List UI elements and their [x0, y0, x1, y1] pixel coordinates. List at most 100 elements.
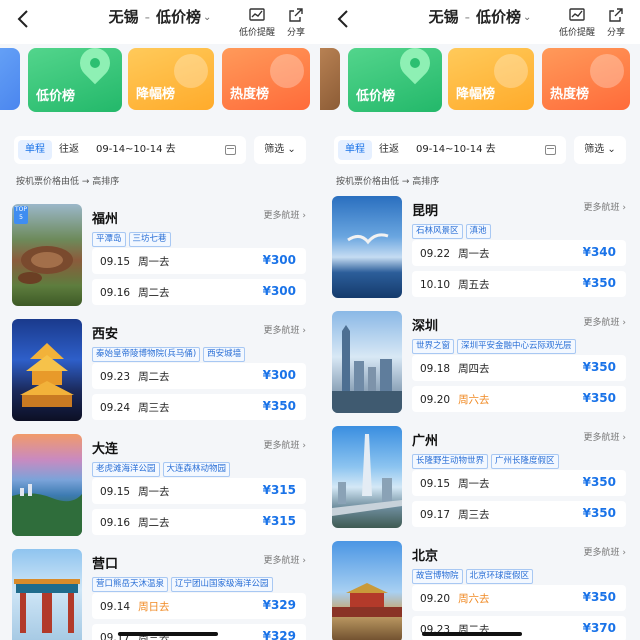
more-flights-link[interactable]: 更多航班 ›: [584, 430, 627, 443]
attraction-tag[interactable]: 世界之窗: [412, 339, 454, 354]
flight-row[interactable]: 09.15周一去 ¥300: [92, 248, 306, 274]
price-alert-button[interactable]: 低价提醒: [232, 6, 282, 38]
tag-list: 营口熊岳天沐温泉辽宁团山国家级海洋公园: [92, 571, 276, 592]
attraction-tag[interactable]: 故宫博物院: [412, 569, 463, 584]
round-trip-tab[interactable]: 往返: [374, 140, 404, 160]
flight-row[interactable]: 09.23周二去 ¥370: [412, 616, 626, 640]
more-flights-link[interactable]: 更多航班 ›: [584, 545, 627, 558]
share-button[interactable]: 分享: [276, 6, 316, 38]
flight-price: ¥315: [263, 514, 296, 528]
seagull-illustration: [332, 196, 402, 298]
flight-weekday: 周六去: [458, 593, 490, 605]
coastline-illustration: [12, 434, 82, 536]
city-photo: [12, 549, 82, 640]
share-icon: [287, 6, 305, 24]
attraction-tag[interactable]: 老虎滩海洋公园: [92, 462, 160, 477]
flight-row[interactable]: 09.23周二去 ¥300: [92, 363, 306, 389]
filter-button[interactable]: 筛选 ⌄: [574, 136, 626, 164]
attraction-tag[interactable]: 广州长隆度假区: [491, 454, 559, 469]
list-title: 低价榜: [476, 8, 521, 26]
calendar-icon[interactable]: [545, 145, 556, 155]
flight-price: ¥340: [583, 245, 616, 259]
category-hot[interactable]: 热度榜: [542, 48, 630, 110]
chevron-right-icon: ›: [302, 211, 306, 221]
price-alert-icon: [568, 6, 586, 24]
attraction-tag[interactable]: 西安城墙: [203, 347, 245, 362]
tag-list: 老虎滩海洋公园大连森林动物园: [92, 456, 233, 477]
attraction-tag[interactable]: 平潭岛: [92, 232, 126, 247]
flight-row[interactable]: 09.15周一去 ¥350: [412, 470, 626, 496]
one-way-tab[interactable]: 单程: [18, 140, 52, 160]
skyline-illustration: [332, 311, 402, 413]
attraction-tag[interactable]: 深圳平安金融中心云际观光层: [457, 339, 576, 354]
attraction-tag[interactable]: 北京环球度假区: [466, 569, 534, 584]
attraction-tag[interactable]: 石林风景区: [412, 224, 463, 239]
origin-city: 无锡: [109, 8, 139, 26]
date-range[interactable]: 09-14~10-14 去: [96, 140, 176, 160]
attraction-tag[interactable]: 长隆野生动物世界: [412, 454, 488, 469]
category-drop[interactable]: 降幅榜: [448, 48, 534, 110]
filter-button[interactable]: 筛选 ⌄: [254, 136, 306, 164]
trip-selector: 单程 往返 09-14~10-14 去: [334, 136, 566, 164]
flight-row[interactable]: 09.15周一去 ¥315: [92, 478, 306, 504]
flight-date: 09.22: [420, 248, 450, 260]
sort-note: 按机票价格由低 → 高排序: [16, 174, 119, 187]
more-flights-link[interactable]: 更多航班 ›: [584, 200, 627, 213]
flight-row[interactable]: 09.22周一去 ¥340: [412, 240, 626, 266]
chevron-down-icon: ⌄: [523, 12, 531, 23]
chevron-down-icon: ⌄: [607, 144, 615, 155]
attraction-tag[interactable]: 滇池: [466, 224, 491, 239]
trip-selector: 单程 往返 09-14~10-14 去: [14, 136, 246, 164]
flight-weekday: 周二去: [138, 517, 170, 529]
flight-weekday: 周六去: [458, 394, 490, 406]
category-lowprice[interactable]: 低价榜: [28, 48, 122, 112]
more-flights-link[interactable]: 更多航班 ›: [264, 553, 307, 566]
share-label: 分享: [607, 28, 625, 38]
chevron-down-icon: ⌄: [203, 12, 211, 23]
category-hot[interactable]: 热度榜: [222, 48, 310, 110]
flight-date: 09.16: [100, 287, 130, 299]
more-flights-link[interactable]: 更多航班 ›: [584, 315, 627, 328]
flight-row[interactable]: 09.24周三去 ¥350: [92, 394, 306, 420]
more-flights-link[interactable]: 更多航班 ›: [264, 208, 307, 221]
flight-row[interactable]: 09.18周四去 ¥350: [412, 355, 626, 381]
home-indicator[interactable]: [118, 632, 218, 636]
category-drop[interactable]: 降幅榜: [128, 48, 214, 110]
category-lowprice[interactable]: 低价榜: [348, 48, 442, 112]
attraction-tag[interactable]: 大连森林动物园: [163, 462, 231, 477]
more-flights-label: 更多航班: [264, 211, 300, 221]
attraction-tag[interactable]: 营口熊岳天沐温泉: [92, 577, 168, 592]
date-range[interactable]: 09-14~10-14 去: [416, 140, 496, 160]
tag-list: 石林风景区滇池: [412, 218, 494, 239]
category-card-prev[interactable]: [0, 48, 20, 110]
category-card-prev[interactable]: [320, 48, 340, 110]
attraction-tag[interactable]: 辽宁团山国家级海洋公园: [171, 577, 273, 592]
calendar-icon[interactable]: [225, 145, 236, 155]
more-flights-link[interactable]: 更多航班 ›: [264, 438, 307, 451]
decoration-icon: [590, 54, 624, 88]
one-way-tab[interactable]: 单程: [338, 140, 372, 160]
chevron-right-icon: ›: [302, 556, 306, 566]
category-label: 降幅榜: [136, 83, 175, 102]
flight-weekday: 周二去: [138, 371, 170, 383]
price-alert-button[interactable]: 低价提醒: [552, 6, 602, 38]
flight-row[interactable]: 09.20周六去 ¥350: [412, 386, 626, 412]
flight-weekday: 周四去: [458, 363, 490, 375]
decoration-icon: [270, 54, 304, 88]
flight-row[interactable]: 09.20周六去 ¥350: [412, 585, 626, 611]
share-button[interactable]: 分享: [596, 6, 636, 38]
attraction-tag[interactable]: 秦始皇帝陵博物院(兵马俑): [92, 347, 200, 362]
more-flights-link[interactable]: 更多航班 ›: [264, 323, 307, 336]
flight-row[interactable]: 09.14周日去 ¥329: [92, 593, 306, 619]
chevron-down-icon: ⌄: [287, 144, 295, 155]
more-flights-label: 更多航班: [584, 548, 620, 558]
flight-date: 09.14: [100, 601, 130, 613]
flight-row[interactable]: 10.10周五去 ¥350: [412, 271, 626, 297]
decoration-icon: [174, 54, 208, 88]
flight-row[interactable]: 09.16周二去 ¥315: [92, 509, 306, 535]
flight-row[interactable]: 09.16周二去 ¥300: [92, 279, 306, 305]
flight-row[interactable]: 09.17周三去 ¥350: [412, 501, 626, 527]
attraction-tag[interactable]: 三坊七巷: [129, 232, 171, 247]
round-trip-tab[interactable]: 往返: [54, 140, 84, 160]
home-indicator[interactable]: [422, 632, 522, 636]
